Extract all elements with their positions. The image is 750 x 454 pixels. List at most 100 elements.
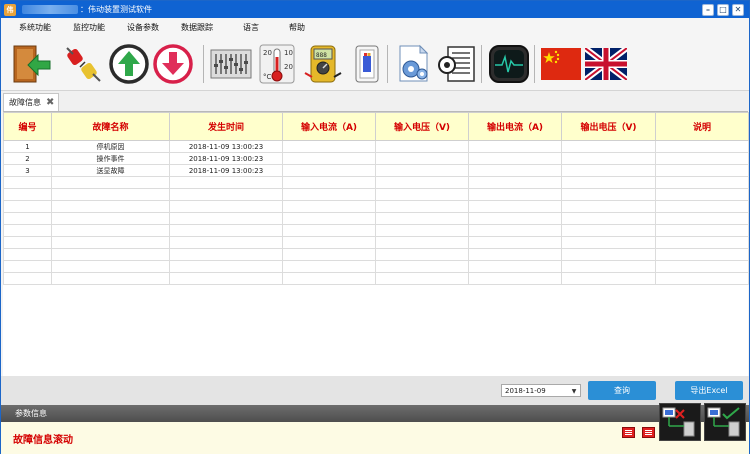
menu-device-params[interactable]: 设备参数 — [123, 22, 163, 33]
table-row[interactable]: 1 停机原因 2018-11-09 13:00:23 — [3, 140, 749, 153]
chinese-flag-icon[interactable] — [539, 42, 583, 86]
cell-fault-name: 停机原因 — [51, 140, 170, 153]
params-bar: 参数信息 — [1, 405, 749, 422]
cell-id: 3 — [3, 164, 52, 177]
redacted-title-segment — [22, 5, 78, 14]
empty-row — [3, 212, 749, 225]
cell-input-voltage — [375, 164, 469, 177]
cell-output-voltage — [561, 152, 656, 165]
cell-input-current — [282, 152, 376, 165]
date-picker[interactable]: 2018-11-09 ▼ — [501, 384, 581, 397]
minimize-icon[interactable]: – — [702, 3, 714, 16]
fault-scroll-message: 故障信息滚动 — [13, 434, 73, 446]
column-header-output-current[interactable]: 输出电流（A) — [468, 112, 562, 141]
cell-output-current — [468, 152, 562, 165]
cell-id: 2 — [3, 152, 52, 165]
empty-row — [3, 200, 749, 213]
table-header-row: 编号 故障名称 发生时间 输入电流（A) 输入电压（V) 输出电流（A) 输出电… — [3, 112, 749, 141]
empty-row — [3, 188, 749, 201]
exit-door-icon[interactable] — [9, 42, 53, 86]
cell-description — [655, 152, 749, 165]
column-header-description[interactable]: 说明 — [655, 112, 749, 141]
uk-flag-icon[interactable] — [584, 42, 628, 86]
column-header-input-current[interactable]: 输入电流（A) — [282, 112, 376, 141]
toolbar-divider — [203, 45, 204, 83]
fault-info-table: 编号 故障名称 发生时间 输入电流（A) 输入电压（V) 输出电流（A) 输出电… — [3, 111, 749, 376]
column-header-id[interactable]: 编号 — [3, 112, 52, 141]
svg-text:°C: °C — [263, 73, 272, 81]
tab-label: 故障信息 — [9, 98, 41, 107]
tab-strip: 故障信息 ✖ — [1, 91, 749, 111]
toolbar-divider — [387, 45, 388, 83]
menu-monitor[interactable]: 监控功能 — [69, 22, 109, 33]
cell-time: 2018-11-09 13:00:23 — [169, 152, 283, 165]
document-settings-icon[interactable] — [391, 42, 435, 86]
table-row[interactable]: 3 送显故障 2018-11-09 13:00:23 — [3, 164, 749, 177]
maximize-icon[interactable]: □ — [717, 3, 729, 16]
column-header-time[interactable]: 发生时间 — [169, 112, 283, 141]
cell-output-current — [468, 140, 562, 153]
tab-fault-info[interactable]: 故障信息 ✖ — [3, 93, 59, 111]
upload-arrow-icon[interactable] — [107, 42, 151, 86]
export-excel-button[interactable]: 导出Excel — [675, 381, 743, 400]
menu-language[interactable]: 语言 — [239, 22, 263, 33]
cell-input-voltage — [375, 152, 469, 165]
cell-description — [655, 140, 749, 153]
query-button[interactable]: 查询 — [588, 381, 656, 400]
close-icon[interactable]: ✕ — [732, 3, 744, 16]
list-view-icon[interactable] — [622, 427, 635, 438]
cell-input-voltage — [375, 140, 469, 153]
cell-output-voltage — [561, 140, 656, 153]
menu-bar: 系统功能 监控功能 设备参数 数据跟踪 语言 帮助 — [1, 18, 749, 37]
equalizer-sliders-icon[interactable] — [209, 42, 253, 86]
window-title: ：伟动装置测试软件 — [80, 5, 152, 14]
column-header-fault-name[interactable]: 故障名称 — [51, 112, 170, 141]
cell-id: 1 — [3, 140, 52, 153]
column-header-input-voltage[interactable]: 输入电压（V) — [375, 112, 469, 141]
list-detail-icon[interactable] — [642, 427, 655, 438]
device-unit-icon[interactable] — [345, 42, 389, 86]
empty-row — [3, 176, 749, 189]
app-window: 伟 ：伟动装置测试软件 – □ ✕ 系统功能 监控功能 设备参数 数据跟踪 语言… — [0, 0, 750, 454]
cell-fault-name: 送显故障 — [51, 164, 170, 177]
menu-system[interactable]: 系统功能 — [15, 22, 55, 33]
tab-close-icon[interactable]: ✖ — [46, 97, 54, 108]
cell-output-voltage — [561, 164, 656, 177]
toolbar-divider — [534, 45, 535, 83]
chip-settings-icon[interactable] — [435, 42, 479, 86]
menu-help[interactable]: 帮助 — [285, 22, 309, 33]
empty-row — [3, 248, 749, 261]
query-bar: 2018-11-09 ▼ 查询 导出Excel — [1, 376, 749, 405]
svg-text:20: 20 — [284, 63, 293, 71]
empty-row — [3, 236, 749, 249]
cell-description — [655, 164, 749, 177]
cell-input-current — [282, 164, 376, 177]
toolbar-divider — [481, 45, 482, 83]
empty-row — [3, 272, 749, 285]
toolbar: 20 10 20 °C 888 — [1, 37, 749, 91]
svg-text:10: 10 — [284, 49, 293, 57]
app-logo-icon: 伟 — [4, 3, 16, 16]
multimeter-icon[interactable]: 888 — [301, 42, 345, 86]
cell-input-current — [282, 140, 376, 153]
svg-text:888: 888 — [316, 52, 327, 59]
cell-fault-name: 操作事件 — [51, 152, 170, 165]
title-bar: 伟 ：伟动装置测试软件 – □ ✕ — [1, 1, 749, 18]
disconnect-plug-icon[interactable] — [61, 42, 105, 86]
params-label: 参数信息 — [15, 409, 47, 418]
status-bar: 故障信息滚动 — [1, 422, 749, 454]
menu-data-trace[interactable]: 数据跟踪 — [177, 22, 217, 33]
network-disconnected-icon — [659, 403, 701, 441]
oscilloscope-icon[interactable] — [487, 42, 531, 86]
window-controls: – □ ✕ — [702, 3, 744, 16]
thermometer-icon[interactable]: 20 10 20 °C — [255, 42, 299, 86]
download-arrow-icon[interactable] — [151, 42, 195, 86]
chevron-down-icon[interactable]: ▼ — [569, 386, 579, 396]
empty-row — [3, 224, 749, 237]
date-value: 2018-11-09 — [505, 386, 546, 395]
empty-row — [3, 260, 749, 273]
table-row[interactable]: 2 操作事件 2018-11-09 13:00:23 — [3, 152, 749, 165]
cell-output-current — [468, 164, 562, 177]
column-header-output-voltage[interactable]: 输出电压（V) — [561, 112, 656, 141]
svg-text:20: 20 — [263, 49, 272, 57]
